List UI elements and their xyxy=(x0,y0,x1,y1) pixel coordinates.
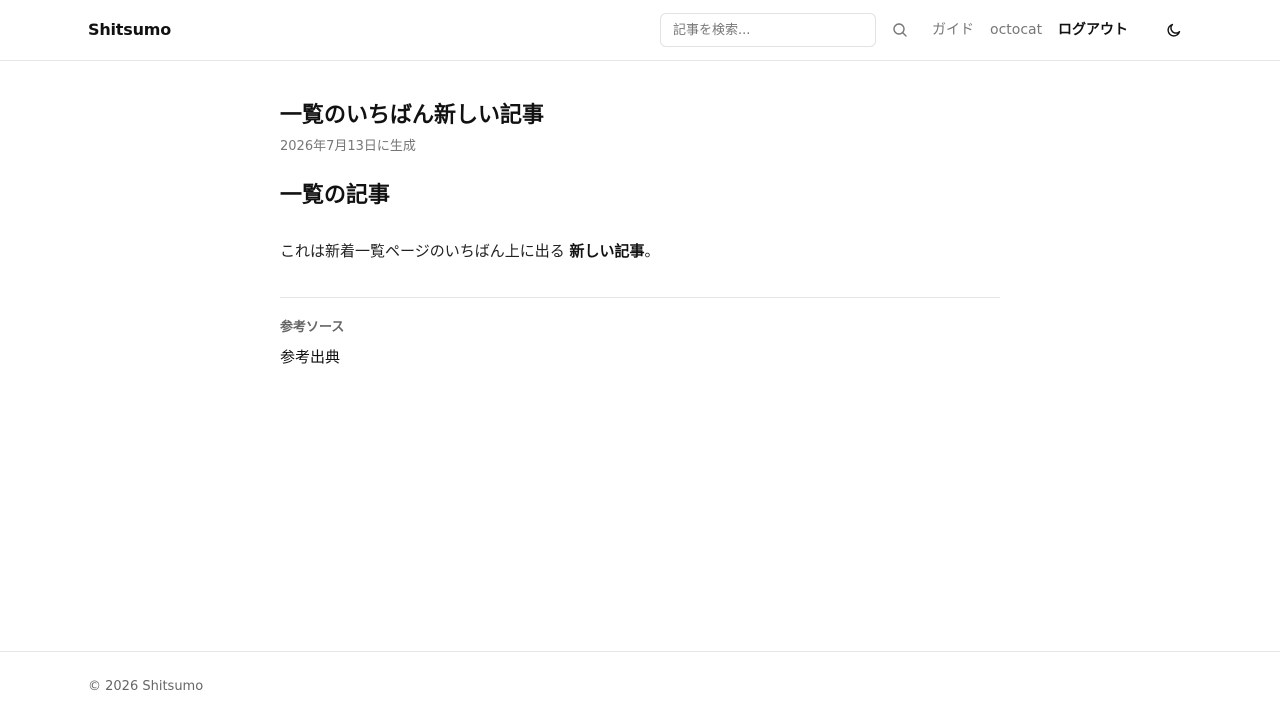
theme-toggle-button[interactable] xyxy=(1163,19,1185,41)
brand-logo-link[interactable]: Shitsumo xyxy=(88,20,171,40)
body-text-after: 。 xyxy=(644,242,660,260)
section-heading: 一覧の記事 xyxy=(280,183,391,208)
nav-guide-link[interactable]: ガイド xyxy=(932,21,974,39)
sources-divider xyxy=(280,297,1000,298)
logout-button[interactable]: ログアウト xyxy=(1058,21,1128,39)
article-title: 一覧のいちばん新しい記事 xyxy=(280,103,545,128)
article-date: 2026年7月13日に生成 xyxy=(280,139,416,154)
moon-icon xyxy=(1167,23,1181,37)
site-footer: © 2026 Shitsumo xyxy=(0,651,1280,720)
search-input[interactable] xyxy=(660,13,876,47)
nav-user-link[interactable]: octocat xyxy=(990,21,1042,39)
search-button[interactable] xyxy=(889,19,911,41)
search-icon xyxy=(893,23,907,37)
body-text-before: これは新着一覧ページのいちばん上に出る xyxy=(280,242,570,260)
site-header: Shitsumo ガイド octocat ログアウト xyxy=(0,0,1280,61)
sources-link[interactable]: 参考出典 xyxy=(280,347,340,367)
body-bold-text: 新しい記事 xyxy=(569,242,645,260)
copyright-text: © 2026 Shitsumo xyxy=(88,679,204,694)
sources-label: 参考ソース xyxy=(280,320,345,335)
article-body: これは新着一覧ページのいちばん上に出る 新しい記事。 xyxy=(280,240,660,262)
